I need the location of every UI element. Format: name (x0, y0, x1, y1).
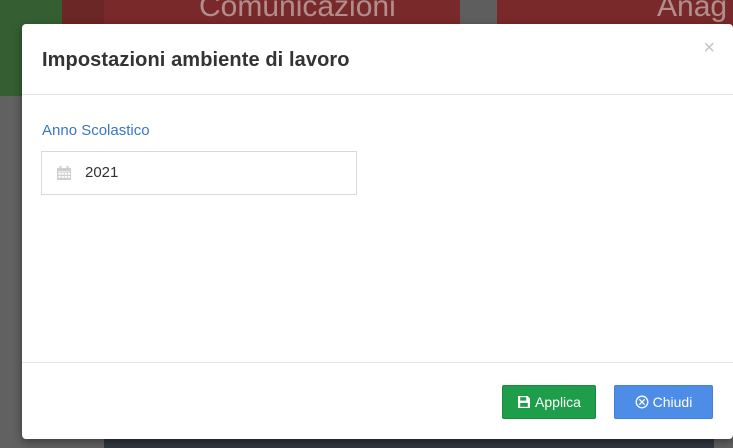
settings-modal: Impostazioni ambiente di lavoro × Anno S… (22, 24, 733, 439)
save-icon (517, 395, 531, 409)
school-year-value: 2021 (85, 164, 119, 181)
calendar-icon (56, 165, 72, 181)
apply-button-label: Applica (535, 394, 581, 410)
modal-footer: Applica Chiudi (22, 362, 733, 439)
modal-header: Impostazioni ambiente di lavoro × (22, 24, 733, 95)
close-icon[interactable]: × (703, 38, 715, 58)
school-year-label: Anno Scolastico (42, 122, 150, 139)
school-year-field[interactable]: 2021 (41, 151, 357, 195)
app-background: Comunicazioni Anag Impostazioni ambiente… (0, 0, 733, 448)
modal-title: Impostazioni ambiente di lavoro (42, 49, 350, 71)
close-circle-icon (635, 395, 649, 409)
modal-body: Anno Scolastico 2021 (22, 95, 733, 362)
close-button[interactable]: Chiudi (614, 385, 713, 419)
apply-button[interactable]: Applica (502, 385, 596, 419)
close-button-label: Chiudi (652, 394, 693, 410)
